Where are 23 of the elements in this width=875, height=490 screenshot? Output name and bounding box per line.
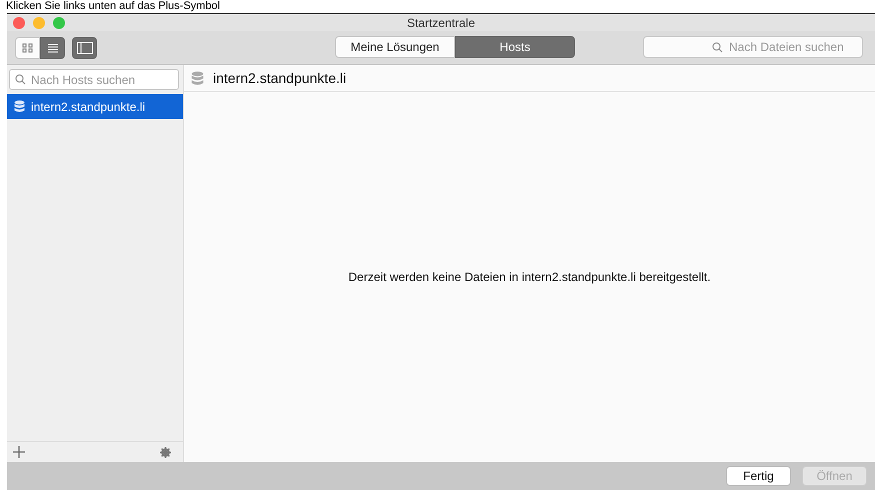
host-item[interactable]: intern2.standpunkte.li	[7, 94, 183, 119]
list-view-button[interactable]	[40, 36, 65, 58]
close-button[interactable]	[13, 17, 25, 29]
search-field[interactable]: Nach Dateien suchen	[643, 36, 863, 58]
host-title: intern2.standpunkte.li	[213, 70, 346, 86]
dialog-button[interactable]: Fertig	[726, 466, 791, 486]
sidebar-icon	[76, 42, 92, 54]
sidebar-view-button[interactable]	[72, 36, 97, 58]
database-icon	[14, 100, 25, 113]
add-icon[interactable]	[13, 446, 25, 458]
window-title: Startzentrale	[406, 16, 476, 30]
caption-text: Klicken Sie links unten auf das Plus-Symbol	[5, 0, 221, 13]
segment-tab[interactable]: Hosts	[455, 36, 575, 58]
segment-tab[interactable]: Meine Lösungen	[335, 36, 455, 58]
database-icon	[191, 70, 204, 86]
search-icon	[712, 42, 723, 53]
grid-icon	[22, 42, 34, 52]
grid-view-button[interactable]	[15, 36, 40, 58]
list-icon	[46, 42, 58, 52]
empty-message: Derzeit werden keine Dateien in intern2.standpunkte.li bereitgestellt.	[348, 270, 711, 284]
search-icon	[15, 74, 26, 85]
host-search-field[interactable]: Nach Hosts suchen	[9, 69, 179, 90]
settings-icon[interactable]	[160, 446, 171, 458]
